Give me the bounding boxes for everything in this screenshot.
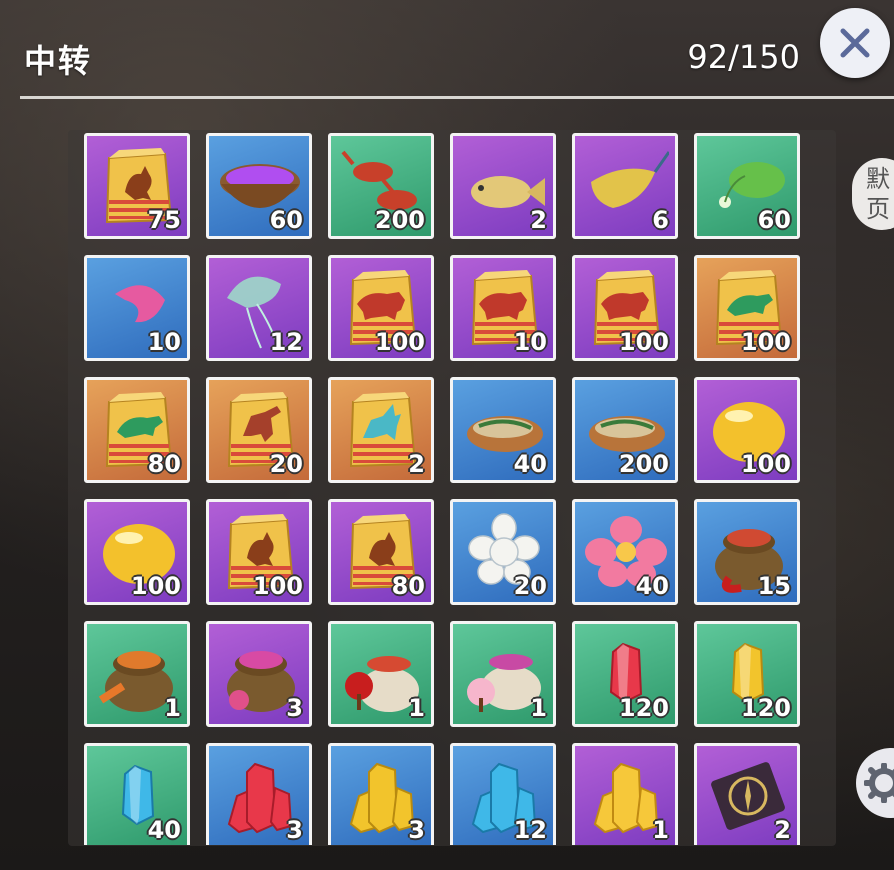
inventory-slot[interactable]: 1 xyxy=(328,621,434,727)
inventory-slot[interactable]: 10 xyxy=(84,255,190,361)
item-quantity: 100 xyxy=(618,328,669,356)
page-title: 中转 xyxy=(24,42,93,80)
item-quantity: 3 xyxy=(286,694,303,722)
item-quantity: 80 xyxy=(391,572,425,600)
inventory-slot[interactable]: 75 xyxy=(84,133,190,239)
inventory-slot[interactable]: 3 xyxy=(206,743,312,845)
inventory-capacity: 92/150 xyxy=(687,38,800,76)
inventory-slot[interactable]: 12 xyxy=(450,743,556,845)
inventory-slot[interactable]: 100 xyxy=(328,255,434,361)
inventory-slot[interactable]: 1 xyxy=(84,621,190,727)
item-quantity: 40 xyxy=(147,816,181,844)
item-quantity: 75 xyxy=(147,206,181,234)
inventory-slot[interactable]: 100 xyxy=(694,255,800,361)
inventory-slot[interactable]: 80 xyxy=(84,377,190,483)
inventory-slot[interactable]: 2 xyxy=(328,377,434,483)
inventory-slot[interactable]: 12 xyxy=(206,255,312,361)
inventory-slot[interactable]: 40 xyxy=(572,499,678,605)
item-quantity: 80 xyxy=(147,450,181,478)
inventory-slot[interactable]: 3 xyxy=(206,621,312,727)
close-button[interactable] xyxy=(820,8,890,78)
item-quantity: 20 xyxy=(269,450,303,478)
inventory-slot[interactable]: 1 xyxy=(572,743,678,845)
inventory-slot[interactable]: 120 xyxy=(572,621,678,727)
item-quantity: 100 xyxy=(252,572,303,600)
item-quantity: 120 xyxy=(618,694,669,722)
inventory-slot[interactable]: 40 xyxy=(84,743,190,845)
inventory-slot[interactable]: 2 xyxy=(450,133,556,239)
item-quantity: 100 xyxy=(130,572,181,600)
side-tab-button[interactable]: 默 页 xyxy=(852,158,894,230)
inventory-slot[interactable]: 40 xyxy=(450,377,556,483)
item-quantity: 1 xyxy=(652,816,669,844)
item-quantity: 2 xyxy=(774,816,791,844)
inventory-slot[interactable]: 200 xyxy=(328,133,434,239)
item-quantity: 10 xyxy=(147,328,181,356)
inventory-slot[interactable]: 120 xyxy=(694,621,800,727)
gear-icon xyxy=(864,763,894,803)
item-quantity: 20 xyxy=(513,572,547,600)
item-quantity: 3 xyxy=(286,816,303,844)
item-quantity: 12 xyxy=(269,328,303,356)
item-quantity: 3 xyxy=(408,816,425,844)
item-quantity: 10 xyxy=(513,328,547,356)
item-quantity: 6 xyxy=(652,206,669,234)
item-quantity: 100 xyxy=(740,450,791,478)
inventory-slot[interactable]: 100 xyxy=(206,499,312,605)
side-tab-label: 默 页 xyxy=(866,165,890,223)
inventory-slot[interactable]: 100 xyxy=(694,377,800,483)
item-quantity: 1 xyxy=(530,694,547,722)
item-quantity: 100 xyxy=(740,328,791,356)
inventory-slot[interactable]: 3 xyxy=(328,743,434,845)
close-icon xyxy=(840,28,870,58)
item-quantity: 60 xyxy=(269,206,303,234)
item-quantity: 15 xyxy=(757,572,791,600)
item-quantity: 12 xyxy=(513,816,547,844)
inventory-slot[interactable]: 20 xyxy=(450,499,556,605)
inventory-slot[interactable]: 60 xyxy=(206,133,312,239)
inventory-slot[interactable]: 10 xyxy=(450,255,556,361)
inventory-slot[interactable]: 100 xyxy=(84,499,190,605)
item-quantity: 2 xyxy=(530,206,547,234)
item-quantity: 1 xyxy=(408,694,425,722)
inventory-slot[interactable]: 6 xyxy=(572,133,678,239)
item-quantity: 40 xyxy=(513,450,547,478)
inventory-slot[interactable]: 80 xyxy=(328,499,434,605)
inventory-slot[interactable]: 200 xyxy=(572,377,678,483)
inventory-slot[interactable]: 100 xyxy=(572,255,678,361)
item-quantity: 60 xyxy=(757,206,791,234)
item-quantity: 40 xyxy=(635,572,669,600)
item-quantity: 1 xyxy=(164,694,181,722)
item-quantity: 120 xyxy=(740,694,791,722)
header-divider xyxy=(20,96,894,99)
inventory-slot[interactable]: 1 xyxy=(450,621,556,727)
inventory-slot[interactable]: 15 xyxy=(694,499,800,605)
inventory-slot[interactable]: 20 xyxy=(206,377,312,483)
item-quantity: 200 xyxy=(374,206,425,234)
inventory-slot[interactable]: 2 xyxy=(694,743,800,845)
item-quantity: 2 xyxy=(408,450,425,478)
item-quantity: 100 xyxy=(374,328,425,356)
inventory-slot[interactable]: 60 xyxy=(694,133,800,239)
item-quantity: 200 xyxy=(618,450,669,478)
inventory-grid: 75 60 200 2 6 60 10 12 100 10 100 100 80 20 2 40 200 100 1… xyxy=(84,133,800,845)
